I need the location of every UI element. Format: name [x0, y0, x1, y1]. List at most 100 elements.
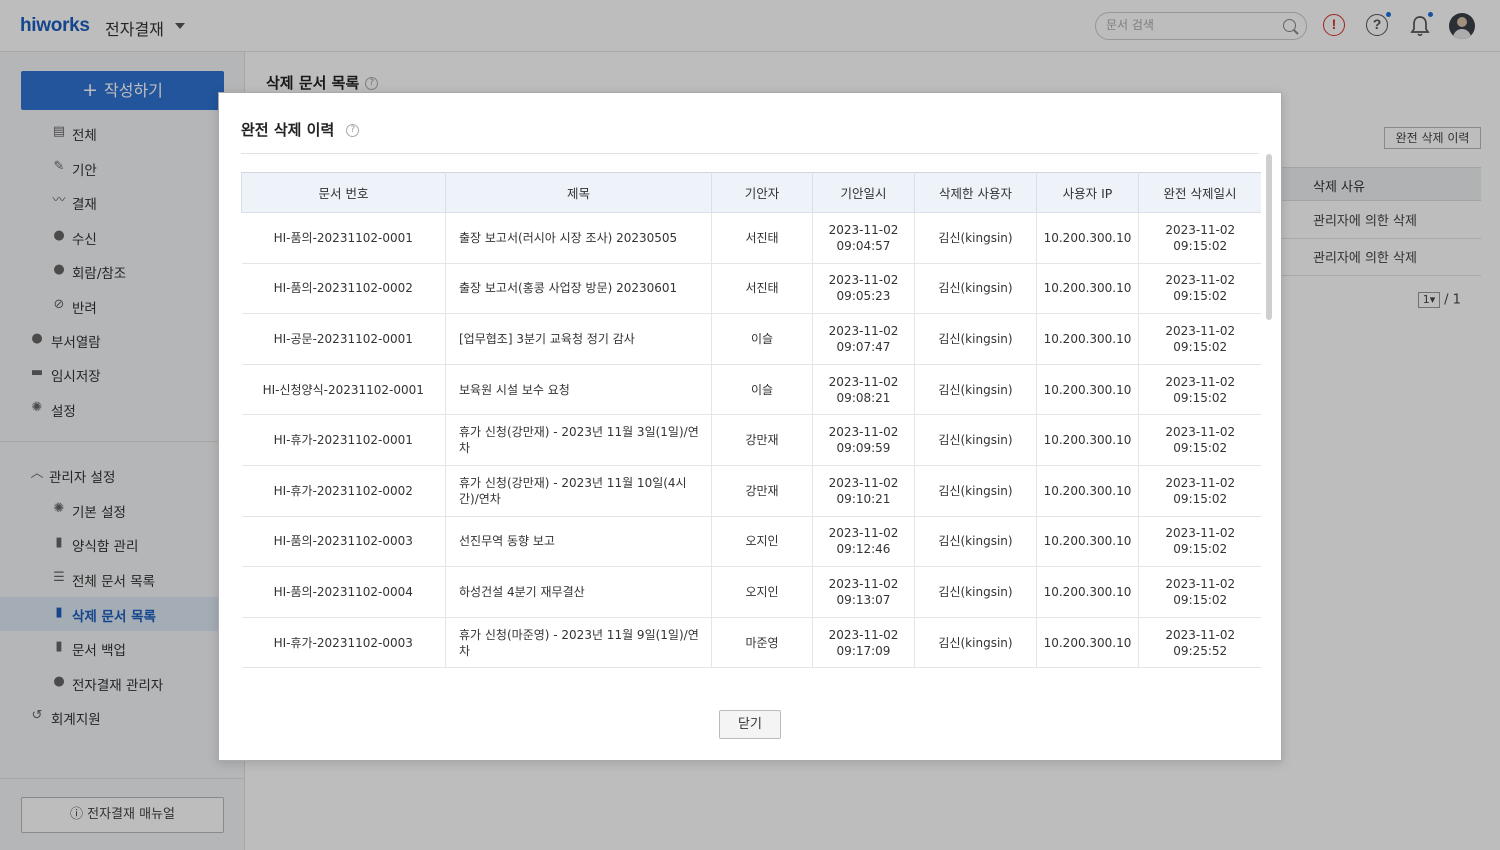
draft-datetime-cell: 2023-11-02 09:09:59 — [812, 414, 915, 466]
column-header-deleter[interactable]: 삭제한 사용자 — [914, 172, 1037, 213]
modal-divider — [241, 153, 1259, 154]
drafter-text: 오지인 — [745, 534, 779, 549]
ip-cell: 10.200.300.10 — [1036, 263, 1139, 315]
ip-text: 10.200.300.10 — [1043, 433, 1132, 448]
drafter-cell: 이슬 — [711, 313, 813, 365]
title-text: [업무협조] 3분기 교육청 정기 감사 — [459, 331, 635, 346]
table-row[interactable]: HI-품의-20231102-0001 출장 보고서(러시아 시장 조사) 202… — [241, 212, 1261, 264]
purge-datetime-text: 2023-11-02 — [1165, 425, 1236, 440]
column-header-draft-date[interactable]: 기안일시 — [812, 172, 915, 213]
drafter-cell: 오지인 — [711, 516, 813, 568]
draft-datetime-cell: 2023-11-02 09:12:46 — [812, 516, 915, 568]
draft-datetime-cell: 2023-11-02 09:13:07 — [812, 566, 915, 618]
draft-datetime-cell: 2023-11-02 09:04:57 — [812, 212, 915, 264]
draft-datetime-cell: 2023-11-02 09:10:21 — [812, 465, 915, 517]
purge-datetime-cell: 2023-11-02 09:15:02 — [1138, 414, 1261, 466]
purge-datetime-cell: 2023-11-02 09:15:02 — [1138, 263, 1261, 315]
column-header-drafter[interactable]: 기안자 — [711, 172, 813, 213]
draft-datetime-text: 09:09:59 — [836, 441, 891, 456]
deleter-cell: 김신(kingsin) — [914, 263, 1037, 315]
purge-history-modal: 완전 삭제 이력? 문서 번호 제목 기안자 기안일시 삭제한 사용자 사용자 … — [218, 92, 1282, 761]
purge-datetime-cell: 2023-11-02 09:25:52 — [1138, 617, 1261, 669]
purge-datetime-text: 09:15:02 — [1173, 592, 1228, 607]
table-row[interactable]: HI-품의-20231102-0002 출장 보고서(홍콩 사업장 방문) 202… — [241, 263, 1261, 315]
deleter-text: 김신(kingsin) — [938, 433, 1013, 448]
ip-cell: 10.200.300.10 — [1036, 465, 1139, 517]
title-text: 휴가 신청(마준영) - 2023년 11월 9일(1일)/연차 — [459, 627, 699, 658]
help-icon[interactable]: ? — [346, 124, 360, 137]
table-scrollbar[interactable] — [1266, 154, 1272, 320]
drafter-text: 서진태 — [745, 281, 779, 296]
draft-datetime-cell: 2023-11-02 09:17:09 — [812, 617, 915, 669]
title-cell: 출장 보고서(러시아 시장 조사) 20230505 — [445, 212, 712, 264]
table-row[interactable]: HI-휴가-20231102-0003 휴가 신청(마준영) - 2023년 11… — [241, 617, 1261, 669]
deleter-text: 김신(kingsin) — [938, 281, 1013, 296]
title-cell: 휴가 신청(강만재) - 2023년 11월 10일(4시간)/연차 — [445, 465, 712, 517]
doc-no-text: HI-품의-20231102-0004 — [273, 584, 413, 599]
purge-datetime-cell: 2023-11-02 09:15:02 — [1138, 313, 1261, 365]
drafter-cell: 강만재 — [711, 414, 813, 466]
purge-datetime-cell: 2023-11-02 09:15:02 — [1138, 212, 1261, 264]
title-text: 선진무역 동향 보고 — [459, 534, 555, 549]
table-row[interactable]: HI-품의-20231102-0004 하성건설 4분기 재무결산 오지인 2023-… — [241, 566, 1261, 618]
draft-datetime-text: 2023-11-02 — [828, 222, 899, 237]
doc-no-cell: HI-휴가-20231102-0003 — [241, 617, 446, 669]
purge-datetime-text: 09:25:52 — [1173, 643, 1228, 658]
draft-datetime-text: 2023-11-02 — [828, 475, 899, 490]
purge-datetime-text: 09:15:02 — [1173, 238, 1228, 253]
ip-text: 10.200.300.10 — [1043, 584, 1132, 599]
column-header-title[interactable]: 제목 — [445, 172, 712, 213]
purge-datetime-text: 2023-11-02 — [1165, 222, 1236, 237]
doc-no-text: HI-휴가-20231102-0003 — [273, 635, 413, 650]
title-text: 휴가 신청(강만재) - 2023년 11월 10일(4시간)/연차 — [459, 475, 687, 506]
column-header-ip[interactable]: 사용자 IP — [1036, 172, 1139, 213]
draft-datetime-text: 09:08:21 — [836, 390, 891, 405]
purge-datetime-text: 09:15:02 — [1173, 390, 1228, 405]
table-row[interactable]: HI-품의-20231102-0003 선진무역 동향 보고 오지인 2023-11-… — [241, 516, 1261, 568]
drafter-cell: 서진태 — [711, 263, 813, 315]
drafter-text: 이슬 — [750, 331, 774, 346]
doc-no-cell: HI-품의-20231102-0004 — [241, 566, 446, 618]
deleter-text: 김신(kingsin) — [938, 382, 1013, 397]
title-text: 출장 보고서(러시아 시장 조사) 20230505 — [459, 230, 678, 245]
draft-datetime-text: 2023-11-02 — [828, 576, 899, 591]
deleter-text: 김신(kingsin) — [938, 584, 1013, 599]
ip-text: 10.200.300.10 — [1043, 331, 1132, 346]
drafter-text: 강만재 — [745, 483, 779, 498]
purge-datetime-cell: 2023-11-02 09:15:02 — [1138, 364, 1261, 416]
table-row[interactable]: HI-공문-20231102-0001 [업무협조] 3분기 교육청 정기 감사 이… — [241, 313, 1261, 365]
title-cell: 선진무역 동향 보고 — [445, 516, 712, 568]
purge-history-table-wrap[interactable]: 문서 번호 제목 기안자 기안일시 삭제한 사용자 사용자 IP 완전 삭제일시… — [241, 172, 1261, 676]
title-cell: 보육원 시설 보수 요청 — [445, 364, 712, 416]
draft-datetime-text: 09:07:47 — [836, 339, 891, 354]
purge-datetime-text: 09:15:02 — [1173, 542, 1228, 557]
draft-datetime-text: 2023-11-02 — [828, 323, 899, 338]
doc-no-text: HI-공문-20231102-0001 — [273, 331, 413, 346]
draft-datetime-text: 09:05:23 — [836, 289, 891, 304]
ip-cell: 10.200.300.10 — [1036, 414, 1139, 466]
draft-datetime-text: 09:12:46 — [836, 542, 891, 557]
column-header-doc-no[interactable]: 문서 번호 — [241, 172, 446, 213]
deleter-text: 김신(kingsin) — [938, 230, 1013, 245]
ip-cell: 10.200.300.10 — [1036, 212, 1139, 264]
title-text: 하성건설 4분기 재무결산 — [459, 584, 585, 599]
ip-cell: 10.200.300.10 — [1036, 364, 1139, 416]
drafter-cell: 마준영 — [711, 617, 813, 669]
column-header-purge-date[interactable]: 완전 삭제일시 — [1138, 172, 1261, 213]
drafter-cell: 서진태 — [711, 212, 813, 264]
ip-cell: 10.200.300.10 — [1036, 617, 1139, 669]
doc-no-text: HI-품의-20231102-0003 — [273, 534, 413, 549]
table-row[interactable]: HI-휴가-20231102-0002 휴가 신청(강만재) - 2023년 11… — [241, 465, 1261, 517]
close-button[interactable]: 닫기 — [719, 710, 781, 739]
table-row[interactable]: HI-신청양식-20231102-0001 보육원 시설 보수 요청 이슬 2023-… — [241, 364, 1261, 416]
title-text: 보육원 시설 보수 요청 — [459, 382, 570, 397]
doc-no-cell: HI-공문-20231102-0001 — [241, 313, 446, 365]
doc-no-text: HI-품의-20231102-0001 — [273, 230, 413, 245]
ip-cell: 10.200.300.10 — [1036, 313, 1139, 365]
title-cell: [업무협조] 3분기 교육청 정기 감사 — [445, 313, 712, 365]
title-text: 휴가 신청(강만재) - 2023년 11월 3일(1일)/연차 — [459, 425, 699, 456]
draft-datetime-text: 09:04:57 — [836, 238, 891, 253]
draft-datetime-text: 09:13:07 — [836, 592, 891, 607]
table-row[interactable]: HI-휴가-20231102-0001 휴가 신청(강만재) - 2023년 11… — [241, 414, 1261, 466]
drafter-text: 강만재 — [745, 433, 779, 448]
